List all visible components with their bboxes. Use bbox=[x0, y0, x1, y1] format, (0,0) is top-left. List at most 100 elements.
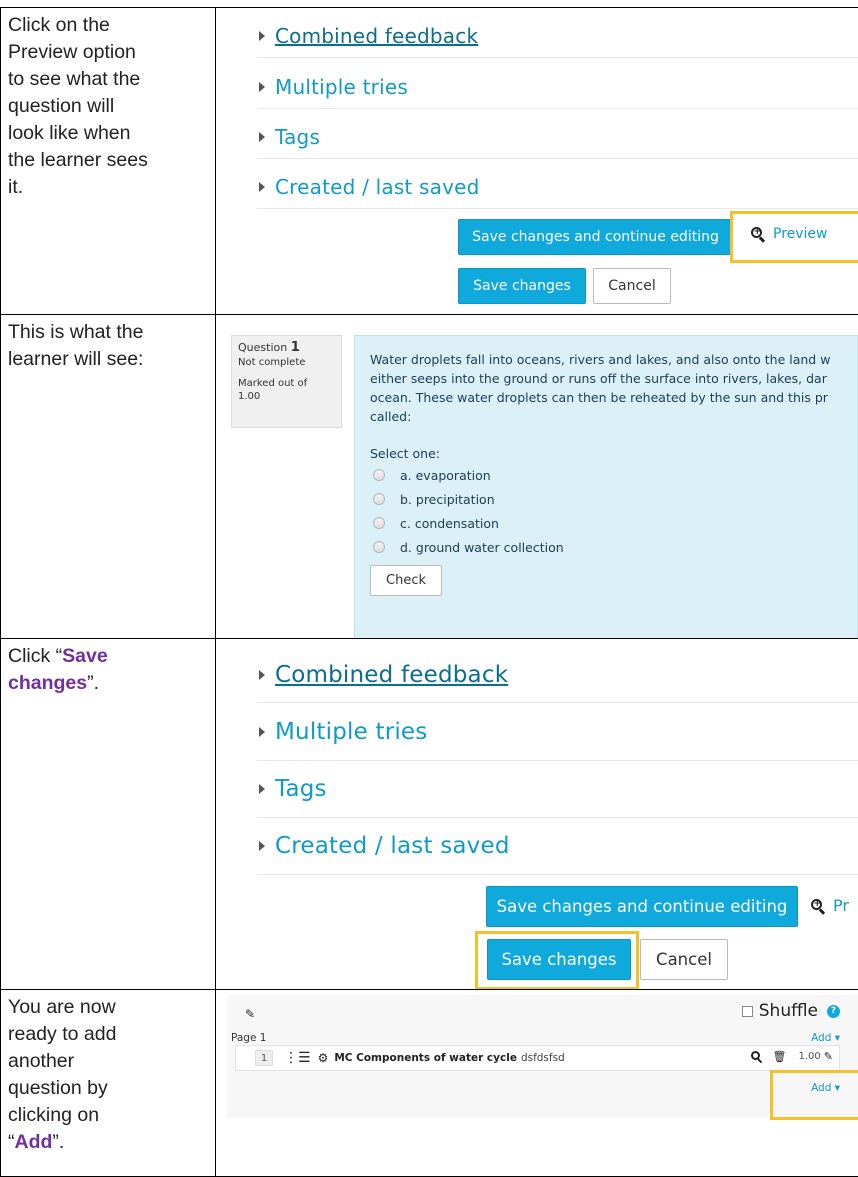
screenshot-cell: Combined feedback Multiple tries Tags Cr… bbox=[217, 639, 858, 989]
section-label: Combined feedback bbox=[275, 661, 509, 688]
question-content-box: Water droplets fall into oceans, rivers … bbox=[354, 335, 858, 638]
screenshot-cell: Question 1 Not complete Marked out of 1.… bbox=[217, 315, 858, 638]
question-info-panel: Question 1 Not complete Marked out of 1.… bbox=[231, 335, 342, 428]
zoom-in-icon: + bbox=[811, 898, 826, 914]
cancel-button[interactable]: Cancel bbox=[640, 939, 728, 980]
multichoice-icon: ⋮☰ bbox=[284, 1050, 311, 1066]
instruction-text: clicking on bbox=[8, 1104, 100, 1126]
answer-option[interactable]: c. condensation bbox=[372, 511, 857, 535]
answer-option[interactable]: a. evaporation bbox=[372, 463, 857, 487]
question-text: either seeps into the ground or runs off… bbox=[370, 371, 827, 386]
instruction-text: “Add”. bbox=[8, 1131, 65, 1153]
expand-triangle-icon bbox=[259, 727, 265, 737]
section-tags[interactable]: Tags bbox=[257, 761, 858, 818]
preview-link[interactable]: + Preview bbox=[751, 226, 828, 243]
section-label: Multiple tries bbox=[275, 719, 428, 745]
instruction-cell: Click on the Preview option to see what … bbox=[0, 8, 216, 314]
expand-triangle-icon bbox=[259, 841, 265, 851]
instruction-text: the learner sees bbox=[8, 149, 148, 171]
save-and-continue-button[interactable]: Save changes and continue editing bbox=[486, 886, 798, 927]
table-row: This is what the learner will see: Quest… bbox=[0, 314, 858, 638]
instruction-text: look like when bbox=[8, 122, 131, 144]
shuffle-label: Shuffle bbox=[758, 1001, 818, 1021]
section-created-last-saved[interactable]: Created / last saved bbox=[257, 165, 858, 209]
table-row: Click on the Preview option to see what … bbox=[0, 7, 858, 314]
instruction-text: question will bbox=[8, 95, 115, 117]
section-label: Multiple tries bbox=[275, 74, 408, 99]
add-link-top[interactable]: Add ▾ bbox=[811, 1032, 840, 1044]
section-label: Combined feedback bbox=[275, 23, 479, 48]
instruction-text: ready to add bbox=[8, 1023, 117, 1045]
radio-button[interactable] bbox=[373, 541, 385, 553]
question-text: called: bbox=[370, 409, 412, 424]
question-mark-value: 1.00 bbox=[238, 391, 261, 402]
section-label: Tags bbox=[275, 124, 321, 149]
question-mark-label: Marked out of bbox=[238, 378, 308, 389]
expand-triangle-icon bbox=[259, 81, 265, 92]
instruction-text: This is what the bbox=[8, 321, 144, 343]
instruction-text: to see what the bbox=[8, 68, 141, 90]
section-label: Tags bbox=[275, 776, 327, 802]
radio-button[interactable] bbox=[373, 493, 385, 505]
section-tags[interactable]: Tags bbox=[257, 115, 858, 159]
trash-icon[interactable]: 🗑 bbox=[773, 1050, 787, 1063]
help-icon[interactable]: ? bbox=[827, 1004, 840, 1018]
instruction-cell: Click “Save changes”. bbox=[0, 639, 216, 989]
answer-option[interactable]: b. precipitation bbox=[372, 487, 857, 511]
preview-link[interactable]: + Pr bbox=[811, 896, 849, 915]
page-label: Page 1 bbox=[231, 1032, 267, 1044]
instruction-text: Click “Save bbox=[8, 645, 108, 667]
answer-option[interactable]: d. ground water collection bbox=[372, 535, 857, 559]
instruction-text: learner will see: bbox=[8, 348, 144, 370]
table-row: Click “Save changes”. Combined feedback … bbox=[0, 638, 858, 989]
instruction-text: changes”. bbox=[8, 672, 100, 694]
check-button[interactable]: Check bbox=[370, 565, 442, 596]
screenshot-cell: ✎ Shuffle ? Page 1 Add ▾ 1 ⋮☰ ⚙ MC Compo… bbox=[217, 990, 858, 1176]
section-label: Created / last saved bbox=[275, 174, 480, 199]
instruction-text: Click on the bbox=[8, 14, 110, 36]
section-multiple-tries[interactable]: Multiple tries bbox=[257, 704, 858, 761]
shuffle-control[interactable]: Shuffle ? bbox=[741, 1001, 840, 1021]
save-changes-button[interactable]: Save changes bbox=[487, 939, 631, 980]
expand-triangle-icon bbox=[259, 669, 265, 680]
instruction-text: it. bbox=[8, 176, 24, 198]
question-text: dsfdsfsd bbox=[520, 1052, 565, 1064]
instruction-text: another bbox=[8, 1050, 75, 1072]
table-row: You are now ready to add another questio… bbox=[0, 989, 858, 1177]
radio-button[interactable] bbox=[373, 517, 385, 529]
edit-pencil-icon[interactable]: ✎ bbox=[824, 1050, 833, 1063]
expand-triangle-icon bbox=[259, 784, 265, 794]
preview-label: Preview bbox=[773, 226, 828, 242]
option-label: a. evaporation bbox=[400, 467, 491, 483]
instruction-table: Click on the Preview option to see what … bbox=[0, 0, 858, 1177]
instruction-text: Preview option bbox=[8, 41, 136, 63]
radio-button[interactable] bbox=[373, 469, 385, 481]
question-status: Not complete bbox=[238, 357, 306, 368]
slot-number: 1 bbox=[255, 1050, 273, 1066]
expand-triangle-icon bbox=[259, 181, 265, 192]
quiz-edit-panel: ✎ Shuffle ? Page 1 Add ▾ 1 ⋮☰ ⚙ MC Compo… bbox=[227, 995, 858, 1118]
shuffle-checkbox[interactable] bbox=[741, 1005, 753, 1017]
max-mark[interactable]: 1.00 bbox=[799, 1051, 821, 1062]
preview-label: Pr bbox=[833, 896, 849, 915]
option-label: c. condensation bbox=[400, 515, 499, 531]
section-combined-feedback[interactable]: Combined feedback bbox=[257, 647, 858, 703]
save-and-continue-button[interactable]: Save changes and continue editing bbox=[458, 219, 733, 255]
pencil-icon[interactable]: ✎ bbox=[245, 1007, 255, 1021]
expand-triangle-icon bbox=[259, 131, 265, 142]
option-label: b. precipitation bbox=[400, 491, 495, 507]
section-multiple-tries[interactable]: Multiple tries bbox=[257, 65, 858, 109]
add-highlight-box bbox=[770, 1070, 858, 1120]
section-combined-feedback[interactable]: Combined feedback bbox=[257, 14, 858, 58]
save-changes-button[interactable]: Save changes bbox=[458, 268, 586, 304]
instruction-text: question by bbox=[8, 1077, 108, 1099]
question-row-actions: 🗑 1.00 ✎ bbox=[750, 1050, 833, 1063]
cancel-button[interactable]: Cancel bbox=[593, 268, 671, 304]
quiz-question-row: 1 ⋮☰ ⚙ MC Components of water cycle dsfd… bbox=[235, 1045, 840, 1071]
instruction-cell: This is what the learner will see: bbox=[0, 315, 216, 638]
question-name[interactable]: MC Components of water cycle bbox=[334, 1052, 517, 1064]
zoom-in-icon[interactable] bbox=[750, 1050, 763, 1063]
gear-icon[interactable]: ⚙ bbox=[318, 1051, 329, 1065]
expand-triangle-icon bbox=[259, 30, 265, 41]
section-created-last-saved[interactable]: Created / last saved bbox=[257, 818, 858, 875]
